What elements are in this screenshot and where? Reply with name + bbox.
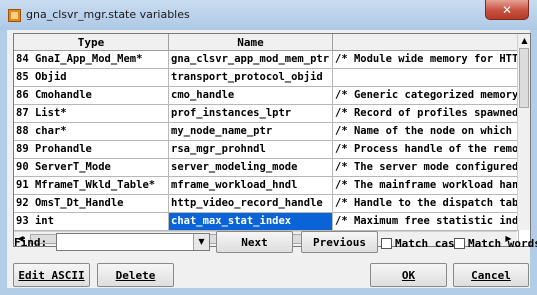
- edit-ascii-button[interactable]: Edit ASCII: [13, 263, 90, 287]
- delete-button[interactable]: Delete: [97, 263, 174, 287]
- table-row[interactable]: 89 Prohandle rsa_mgr_prohndl/* Process ha…: [14, 141, 519, 159]
- type-cell[interactable]: 89 Prohandle: [14, 141, 169, 159]
- table-row[interactable]: 86 Cmohandle cmo_handle/* Generic categor…: [14, 87, 519, 105]
- row-number: 84: [16, 53, 29, 65]
- comment-cell[interactable]: /* Name of the node on which th: [333, 123, 519, 141]
- table-row[interactable]: 92 OmsT_Dt_Handle http_video_record_handl…: [14, 195, 519, 213]
- type-cell[interactable]: 86 Cmohandle: [14, 87, 169, 105]
- column-header-comment[interactable]: [333, 34, 519, 51]
- close-button[interactable]: ✕: [485, 0, 529, 20]
- find-combobox[interactable]: ▼: [56, 233, 210, 251]
- window-title: gna_clsvr_mgr.state variables: [26, 8, 190, 21]
- comment-cell[interactable]: /* The mainframe workload handl: [333, 177, 519, 195]
- name-cell[interactable]: server_modeling_mode: [169, 159, 333, 177]
- name-cell[interactable]: http_video_record_handle: [169, 195, 333, 213]
- ok-label: OK: [401, 268, 416, 282]
- row-number: 88: [16, 125, 29, 137]
- row-number: 90: [16, 161, 29, 173]
- comment-cell[interactable]: /* Record of profiles spawned b: [333, 105, 519, 123]
- column-header-name[interactable]: Name: [169, 34, 333, 51]
- column-header-type[interactable]: Type: [14, 34, 169, 51]
- previous-button[interactable]: Previous: [301, 231, 378, 253]
- type-cell[interactable]: 88 char*: [14, 123, 169, 141]
- dropdown-arrow-icon[interactable]: ▼: [193, 234, 209, 250]
- table-row[interactable]: 93 int chat_max_stat_index/* Maximum free…: [14, 213, 519, 231]
- type-cell[interactable]: 85 Objid: [14, 69, 169, 87]
- type-value: Prohandle: [34, 143, 92, 155]
- table-row[interactable]: 91 MframeT_Wkld_Table* mframe_workload_hn…: [14, 177, 519, 195]
- type-cell[interactable]: 84 GnaI_App_Mod_Mem*: [14, 51, 169, 69]
- match-case-label: Match case: [395, 237, 462, 250]
- name-cell[interactable]: transport_protocol_objid: [169, 69, 333, 87]
- name-cell[interactable]: my_node_name_ptr: [169, 123, 333, 141]
- type-value: int: [34, 215, 54, 227]
- type-cell[interactable]: 93 int: [14, 213, 169, 231]
- type-cell[interactable]: 92 OmsT_Dt_Handle: [14, 195, 169, 213]
- table-row[interactable]: 85 Objid transport_protocol_objid: [14, 69, 519, 87]
- delete-label: Delete: [115, 268, 156, 282]
- vertical-scrollbar[interactable]: ▲: [517, 34, 530, 230]
- type-cell[interactable]: 90 ServerT_Mode: [14, 159, 169, 177]
- type-value: OmsT_Dt_Handle: [34, 197, 124, 209]
- dialog-client-area: Type Name 84 GnaI_App_Mod_Mem* gna_clsvr_…: [7, 30, 537, 288]
- vertical-scroll-thumb[interactable]: [519, 48, 529, 108]
- state-variables-window: gna_clsvr_mgr.state variables ✕ Type Nam…: [0, 0, 537, 295]
- row-number: 87: [16, 107, 29, 119]
- edit-ascii-label: Edit ASCII: [18, 268, 85, 282]
- cancel-button[interactable]: Cancel: [453, 263, 529, 287]
- variables-grid: Type Name 84 GnaI_App_Mod_Mem* gna_clsvr_…: [13, 33, 531, 247]
- comment-cell[interactable]: /* Generic categorized memory h: [333, 87, 519, 105]
- comment-cell[interactable]: /* Maximum free statistic index: [333, 213, 519, 231]
- row-number: 93: [16, 215, 29, 227]
- type-value: char*: [34, 125, 67, 137]
- type-value: List*: [34, 107, 67, 119]
- find-input[interactable]: [57, 234, 194, 250]
- type-value: Cmohandle: [34, 89, 92, 101]
- type-value: MframeT_Wkld_Table*: [34, 179, 156, 191]
- comment-cell[interactable]: [333, 69, 519, 87]
- scroll-up-arrow-icon[interactable]: ▲: [518, 34, 530, 47]
- row-number: 91: [16, 179, 29, 191]
- row-number: 86: [16, 89, 29, 101]
- type-value: Objid: [34, 71, 67, 83]
- table-row[interactable]: 90 ServerT_Mode server_modeling_mode/* Th…: [14, 159, 519, 177]
- type-value: ServerT_Mode: [34, 161, 111, 173]
- row-number: 85: [16, 71, 29, 83]
- name-cell[interactable]: chat_max_stat_index: [169, 213, 333, 231]
- match-words-label: Match words: [468, 237, 537, 250]
- table-row[interactable]: 88 char* my_node_name_ptr/* Name of the n…: [14, 123, 519, 141]
- match-case-box[interactable]: [381, 238, 392, 249]
- comment-cell[interactable]: /* The server mode configured o: [333, 159, 519, 177]
- name-cell[interactable]: rsa_mgr_prohndl: [169, 141, 333, 159]
- match-case-checkbox[interactable]: Match case: [381, 237, 461, 250]
- row-number: 92: [16, 197, 29, 209]
- table-row[interactable]: 84 GnaI_App_Mod_Mem* gna_clsvr_app_mod_me…: [14, 51, 519, 69]
- title-bar[interactable]: gna_clsvr_mgr.state variables ✕: [0, 0, 537, 30]
- type-value: GnaI_App_Mod_Mem*: [34, 53, 143, 65]
- find-label: Find:: [14, 236, 48, 249]
- next-button[interactable]: Next: [216, 231, 293, 253]
- match-words-box[interactable]: [454, 238, 465, 249]
- next-button-label: Next: [241, 235, 268, 249]
- type-cell[interactable]: 91 MframeT_Wkld_Table*: [14, 177, 169, 195]
- name-cell[interactable]: mframe_workload_hndl: [169, 177, 333, 195]
- name-cell[interactable]: prof_instances_lptr: [169, 105, 333, 123]
- previous-button-label: Previous: [313, 235, 366, 249]
- name-cell[interactable]: gna_clsvr_app_mod_mem_ptr: [169, 51, 333, 69]
- cancel-label: Cancel: [471, 268, 511, 282]
- row-number: 89: [16, 143, 29, 155]
- table-row[interactable]: 87 List* prof_instances_lptr/* Record of …: [14, 105, 519, 123]
- ok-button[interactable]: OK: [370, 263, 447, 287]
- app-icon: [8, 9, 21, 22]
- comment-cell[interactable]: /* Handle to the dispatch table: [333, 195, 519, 213]
- type-cell[interactable]: 87 List*: [14, 105, 169, 123]
- comment-cell[interactable]: /* Process handle of the remote: [333, 141, 519, 159]
- comment-cell[interactable]: /* Module wide memory for HTTP: [333, 51, 519, 69]
- name-cell[interactable]: cmo_handle: [169, 87, 333, 105]
- match-words-checkbox[interactable]: Match words: [454, 237, 537, 250]
